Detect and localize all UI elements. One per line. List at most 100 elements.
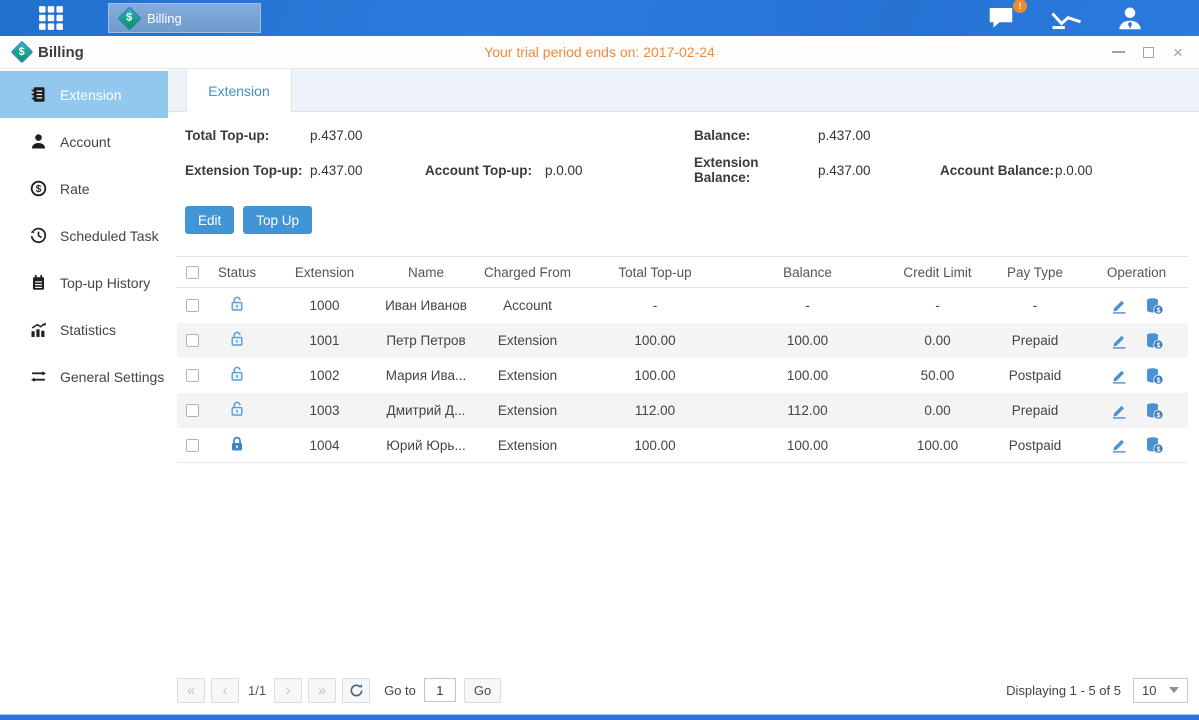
charged-from: Extension — [470, 438, 585, 453]
sidebar-item-scheduled-task[interactable]: Scheduled Task — [0, 212, 168, 259]
person-icon — [30, 133, 47, 150]
account-topup-label: Account Top-up: — [425, 163, 545, 178]
window-title: Billing — [38, 44, 84, 61]
taskbar-billing-tab[interactable]: $ Billing — [108, 3, 261, 33]
select-all-checkbox[interactable] — [186, 266, 199, 279]
row-checkbox[interactable] — [186, 369, 199, 382]
sidebar: Extension Account $ Rate — [0, 69, 168, 714]
extension-table: Status Extension Name Charged From Total… — [177, 256, 1188, 463]
desktop-bottom-strip — [0, 714, 1199, 720]
top-up-row-icon[interactable] — [1144, 332, 1164, 350]
pagination-bar: « ‹ 1/1 › » Go to Go Displaying 1 - 5 of… — [168, 670, 1199, 714]
trial-notice: Your trial period ends on: 2017-02-24 — [0, 44, 1199, 60]
balance: 100.00 — [725, 368, 890, 383]
total-topup: 100.00 — [585, 368, 725, 383]
edit-row-icon[interactable] — [1110, 332, 1128, 350]
balance: 100.00 — [725, 333, 890, 348]
col-header-total-topup: Total Top-up — [585, 265, 725, 280]
last-page-button[interactable]: » — [308, 678, 336, 703]
taskbar-tab-label: Billing — [147, 11, 182, 26]
next-page-button[interactable]: › — [274, 678, 302, 703]
user-account-icon[interactable] — [1115, 5, 1145, 32]
tab-strip: Extension — [168, 69, 1199, 112]
notifications-chat-icon[interactable]: ! — [987, 5, 1018, 32]
sidebar-item-account[interactable]: Account — [0, 118, 168, 165]
total-topup-value: p.437.00 — [310, 128, 425, 143]
row-checkbox[interactable] — [186, 404, 199, 417]
extension-topup-label: Extension Top-up: — [185, 163, 310, 178]
sidebar-item-rate[interactable]: $ Rate — [0, 165, 168, 212]
ledger-icon — [30, 274, 47, 291]
balance-label: Balance: — [694, 128, 818, 143]
go-to-page-input[interactable] — [424, 678, 456, 702]
sidebar-item-extension[interactable]: Extension — [0, 71, 168, 118]
extension-number: 1000 — [267, 298, 382, 313]
summary-section: Total Top-up: p.437.00 Balance: p.437.00… — [168, 112, 1199, 185]
extension-name: Иван Иванов — [382, 298, 470, 313]
sidebar-item-label: Scheduled Task — [60, 228, 159, 244]
table-row[interactable]: 1000 Иван Иванов Account - - - - — [177, 288, 1188, 323]
charged-from: Extension — [470, 333, 585, 348]
extension-name: Петр Петров — [382, 333, 470, 348]
go-button[interactable]: Go — [464, 678, 501, 703]
table-row[interactable]: 1001 Петр Петров Extension 100.00 100.00… — [177, 323, 1188, 358]
transfer-arrows-icon — [30, 368, 47, 385]
top-up-row-icon[interactable] — [1144, 297, 1164, 315]
extension-book-icon — [30, 86, 47, 103]
edit-row-icon[interactable] — [1110, 402, 1128, 420]
table-row[interactable]: 1004 Юрий Юрь... Extension 100.00 100.00… — [177, 428, 1188, 463]
row-checkbox[interactable] — [186, 439, 199, 452]
charged-from: Account — [470, 298, 585, 313]
top-up-row-icon[interactable] — [1144, 367, 1164, 385]
refresh-button[interactable] — [342, 678, 370, 703]
minimize-icon[interactable] — [1111, 45, 1125, 59]
top-up-row-icon[interactable] — [1144, 402, 1164, 420]
extension-number: 1004 — [267, 438, 382, 453]
page-indicator: 1/1 — [248, 683, 266, 698]
table-header-row: Status Extension Name Charged From Total… — [177, 256, 1188, 288]
pay-type: Postpaid — [985, 368, 1085, 383]
first-page-button[interactable]: « — [177, 678, 205, 703]
total-topup: 100.00 — [585, 438, 725, 453]
maximize-icon[interactable] — [1141, 45, 1155, 59]
resource-monitor-icon[interactable] — [1050, 5, 1083, 32]
lock-status-icon — [229, 400, 245, 418]
page-size-select[interactable]: 10 — [1133, 678, 1188, 703]
total-topup: - — [585, 298, 725, 313]
bar-chart-icon — [30, 321, 47, 338]
edit-row-icon[interactable] — [1110, 297, 1128, 315]
sidebar-item-label: Statistics — [60, 322, 116, 338]
sidebar-item-general-settings[interactable]: General Settings — [0, 353, 168, 400]
top-up-button[interactable]: Top Up — [243, 206, 312, 234]
table-row[interactable]: 1002 Мария Ива... Extension 100.00 100.0… — [177, 358, 1188, 393]
close-icon[interactable]: × — [1171, 45, 1185, 59]
col-header-credit-limit: Credit Limit — [890, 265, 985, 280]
tab-extension[interactable]: Extension — [186, 69, 292, 112]
total-topup: 100.00 — [585, 333, 725, 348]
app-launcher-grid-icon[interactable] — [38, 5, 64, 31]
sidebar-item-label: General Settings — [60, 369, 164, 385]
sidebar-item-label: Account — [60, 134, 111, 150]
pay-type: Prepaid — [985, 333, 1085, 348]
taskbar: $ Billing ! — [0, 0, 1199, 36]
total-topup: 112.00 — [585, 403, 725, 418]
prev-page-button[interactable]: ‹ — [211, 678, 239, 703]
pay-type: Prepaid — [985, 403, 1085, 418]
billing-app-icon: $ — [117, 6, 141, 30]
col-header-status: Status — [207, 265, 267, 280]
credit-limit: 100.00 — [890, 438, 985, 453]
table-row[interactable]: 1003 Дмитрий Д... Extension 112.00 112.0… — [177, 393, 1188, 428]
extension-balance-label: Extension Balance: — [694, 155, 818, 185]
sidebar-item-topup-history[interactable]: Top-up History — [0, 259, 168, 306]
top-up-row-icon[interactable] — [1144, 436, 1164, 454]
lock-status-icon — [229, 365, 245, 383]
edit-row-icon[interactable] — [1110, 436, 1128, 454]
edit-row-icon[interactable] — [1110, 367, 1128, 385]
extension-number: 1002 — [267, 368, 382, 383]
sidebar-item-statistics[interactable]: Statistics — [0, 306, 168, 353]
edit-button[interactable]: Edit — [185, 206, 234, 234]
row-checkbox[interactable] — [186, 299, 199, 312]
row-checkbox[interactable] — [186, 334, 199, 347]
col-header-pay-type: Pay Type — [985, 265, 1085, 280]
account-balance-value: p.0.00 — [1055, 163, 1179, 178]
